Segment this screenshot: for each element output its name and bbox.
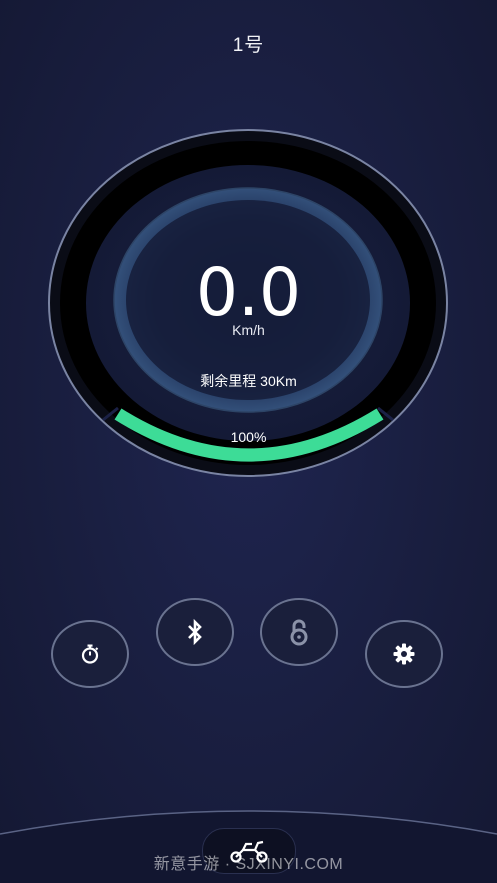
speed-value: 0.0: [196, 254, 301, 331]
speed-gauge: [48, 129, 448, 477]
speed-unit: Km/h: [232, 322, 265, 338]
watermark-text: 新意手游 · SJXINYI.COM: [153, 856, 344, 873]
bluetooth-icon: [188, 618, 202, 646]
remaining-range: 剩余里程 30Km: [200, 373, 297, 389]
settings-button[interactable]: [365, 620, 443, 688]
timer-button[interactable]: [51, 620, 129, 688]
gear-icon: [393, 643, 415, 665]
stopwatch-icon: [81, 644, 99, 664]
battery-percent: 100%: [230, 429, 267, 445]
bluetooth-button[interactable]: [156, 598, 234, 666]
lock-icon: [290, 619, 308, 646]
lock-button[interactable]: [260, 598, 338, 666]
